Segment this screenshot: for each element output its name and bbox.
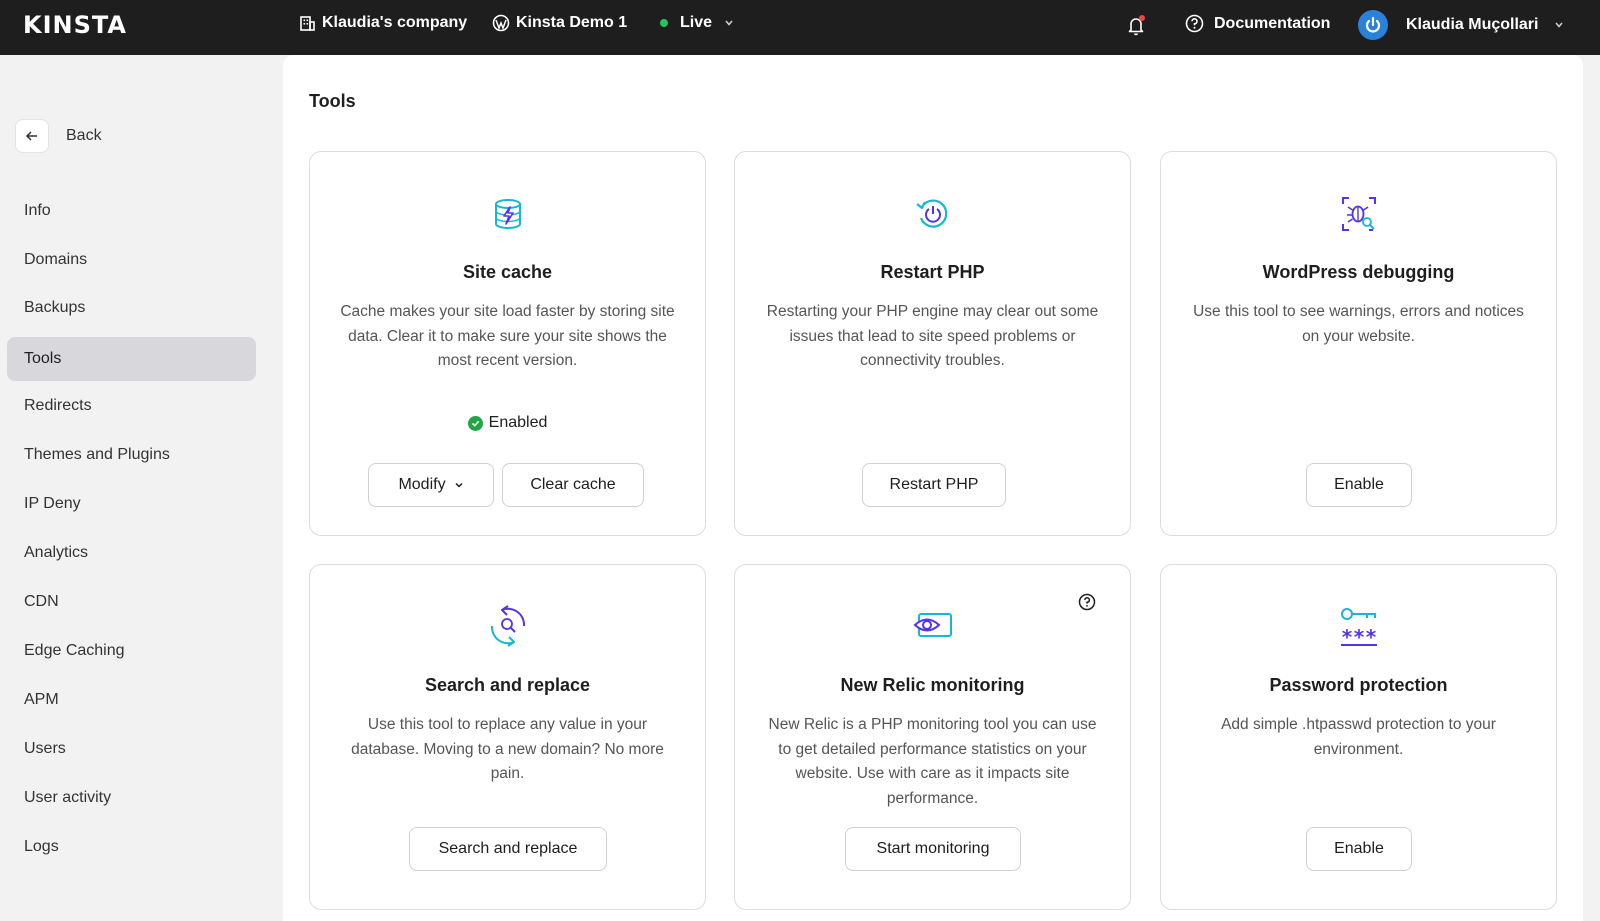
company-name: Klaudia's company: [322, 14, 468, 31]
cache-status: Enabled: [310, 414, 705, 432]
wordpress-debugging-card: WordPress debugging Use this tool to see…: [1160, 151, 1557, 536]
wordpress-icon: [492, 14, 510, 32]
main-content: Tools Site cache Cache makes your site l…: [283, 55, 1583, 921]
sidebar-item-users[interactable]: Users: [7, 727, 256, 771]
top-navigation-bar: KINSTA Klaudia's company Kinsta Demo 1 L…: [0, 0, 1600, 55]
key-password-icon: ***: [1333, 600, 1385, 652]
modify-label: Modify: [398, 476, 446, 493]
restart-php-card: Restart PHP Restarting your PHP engine m…: [734, 151, 1131, 536]
sidebar-item-cdn[interactable]: CDN: [7, 580, 256, 624]
card-description: Cache makes your site load faster by sto…: [340, 303, 675, 369]
search-replace-card: Search and replace Use this tool to repl…: [309, 564, 706, 910]
sidebar-item-tools[interactable]: Tools: [7, 337, 256, 381]
card-description: Use this tool to replace any value in yo…: [351, 716, 664, 782]
enable-debugging-button[interactable]: Enable: [1306, 463, 1412, 507]
sidebar-item-themes-plugins[interactable]: Themes and Plugins: [7, 433, 256, 477]
card-description: New Relic is a PHP monitoring tool you c…: [768, 716, 1097, 807]
documentation-link[interactable]: Documentation: [1185, 14, 1330, 33]
search-replace-button[interactable]: Search and replace: [409, 827, 607, 871]
chevron-down-icon: [1555, 22, 1564, 28]
sidebar-item-backups[interactable]: Backups: [7, 286, 256, 330]
new-relic-card: New Relic monitoring New Relic is a PHP …: [734, 564, 1131, 910]
sidebar-item-apm[interactable]: APM: [7, 678, 256, 722]
sidebar-item-domains[interactable]: Domains: [7, 238, 256, 282]
card-description: Restarting your PHP engine may clear out…: [766, 303, 1099, 369]
notifications-button[interactable]: [1127, 15, 1145, 36]
bug-search-icon: [1333, 188, 1385, 240]
help-circle-icon[interactable]: [1078, 593, 1096, 611]
back-button[interactable]: [15, 119, 49, 153]
sidebar: Back Info Domains Backups Tools Redirect…: [0, 55, 283, 921]
eye-monitor-icon: [907, 600, 959, 652]
sidebar-item-analytics[interactable]: Analytics: [7, 531, 256, 575]
notification-badge: [1139, 15, 1145, 21]
restart-php-button[interactable]: Restart PHP: [862, 463, 1006, 507]
site-name: Kinsta Demo 1: [516, 14, 628, 31]
password-protection-card: *** Password protection Add simple .htpa…: [1160, 564, 1557, 910]
kinsta-logo[interactable]: KINSTA: [23, 11, 127, 39]
check-circle-icon: [467, 415, 483, 431]
clear-cache-button[interactable]: Clear cache: [502, 463, 644, 507]
site-cache-card: Site cache Cache makes your site load fa…: [309, 151, 706, 536]
card-title: Search and replace: [424, 675, 591, 695]
site-selector[interactable]: Kinsta Demo 1: [492, 14, 627, 32]
back-label[interactable]: Back: [66, 127, 102, 145]
card-title: Restart PHP: [880, 262, 985, 282]
building-icon: [300, 15, 315, 31]
card-description: Add simple .htpasswd protection to your …: [1221, 716, 1496, 758]
documentation-label: Documentation: [1214, 14, 1331, 32]
avatar: [1358, 10, 1388, 40]
database-lightning-icon: [482, 188, 534, 240]
user-menu[interactable]: Klaudia Muçollari: [1358, 10, 1570, 40]
sidebar-item-info[interactable]: Info: [7, 189, 256, 233]
card-description: Use this tool to see warnings, errors an…: [1193, 303, 1524, 345]
start-monitoring-button[interactable]: Start monitoring: [845, 827, 1021, 871]
card-title: New Relic monitoring: [840, 675, 1025, 695]
sidebar-item-logs[interactable]: Logs: [7, 825, 256, 869]
environment-selector[interactable]: Live: [660, 14, 740, 32]
card-title: Site cache: [462, 262, 553, 282]
live-status-dot: [660, 19, 668, 27]
search-replace-icon: [482, 600, 534, 652]
chevron-down-icon: [725, 20, 733, 26]
enable-password-button[interactable]: Enable: [1306, 827, 1412, 871]
environment-name: Live: [680, 14, 713, 31]
power-icon: [1365, 16, 1381, 33]
sidebar-item-redirects[interactable]: Redirects: [7, 384, 256, 428]
help-circle-icon: [1185, 14, 1204, 33]
status-label: Enabled: [488, 414, 548, 431]
sidebar-item-edge-caching[interactable]: Edge Caching: [7, 629, 256, 673]
page-title: Tools: [309, 91, 356, 111]
sidebar-item-user-activity[interactable]: User activity: [7, 776, 256, 820]
card-title: Password protection: [1269, 675, 1448, 695]
sidebar-item-ip-deny[interactable]: IP Deny: [7, 482, 256, 526]
chevron-down-icon: [455, 482, 463, 488]
company-selector[interactable]: Klaudia's company: [299, 14, 467, 32]
modify-button[interactable]: Modify: [368, 463, 494, 507]
card-title: WordPress debugging: [1262, 262, 1455, 282]
user-name: Klaudia Muçollari: [1406, 16, 1539, 33]
power-restart-icon: [907, 188, 959, 240]
arrow-left-icon: [25, 131, 37, 141]
